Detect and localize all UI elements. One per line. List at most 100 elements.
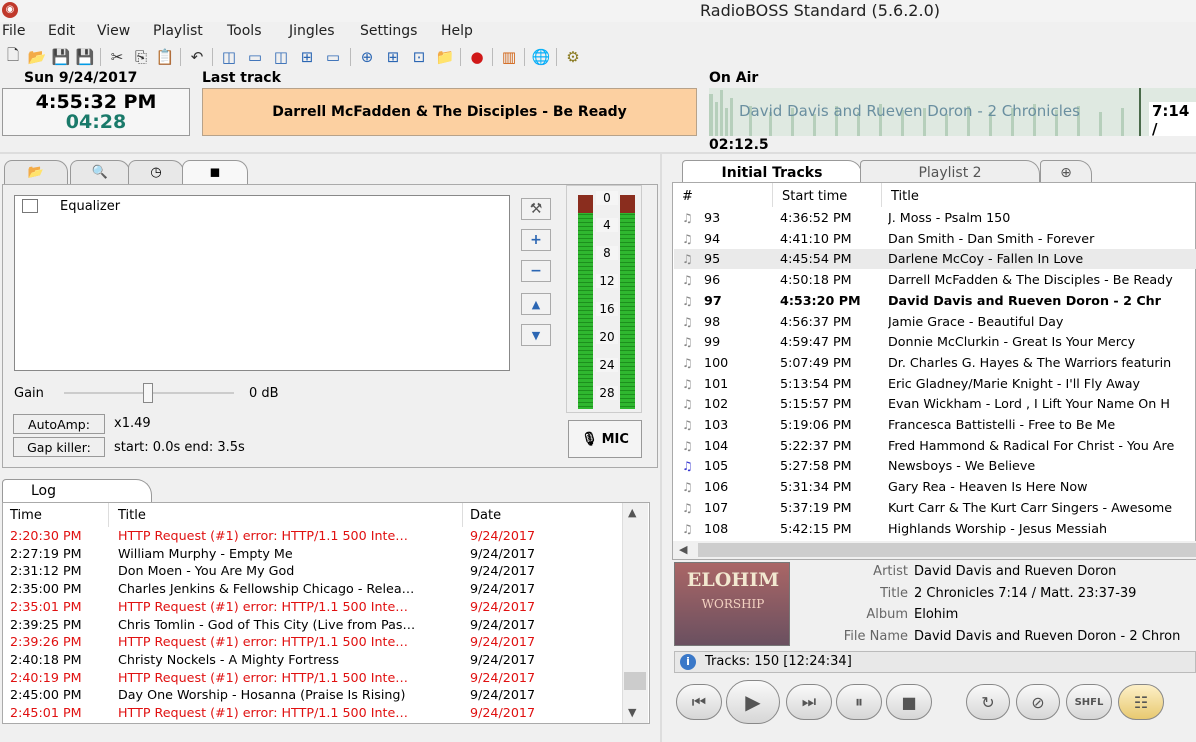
- playlist-cell-start[interactable]: 5:37:19 PM: [780, 500, 880, 515]
- previous-track-icon[interactable]: ⏮: [676, 684, 722, 720]
- layout-4-icon[interactable]: ⊞: [296, 46, 318, 68]
- playlist-cell-start[interactable]: 5:22:37 PM: [780, 438, 880, 453]
- effect-settings-tools-icon[interactable]: ⚒: [521, 198, 551, 220]
- disable-icon[interactable]: ⊘: [1016, 684, 1060, 720]
- playlist-cell-start[interactable]: 4:53:20 PM: [780, 293, 880, 308]
- new-icon[interactable]: 🗋: [2, 46, 24, 68]
- playlist-cell-title[interactable]: Jamie Grace - Beautiful Day: [888, 314, 1196, 329]
- playlist-cell-n[interactable]: 101: [704, 376, 764, 391]
- save-icon[interactable]: 💾: [50, 46, 72, 68]
- playlist-cell-n[interactable]: 107: [704, 500, 764, 515]
- playlist-cell-n[interactable]: 105: [704, 458, 764, 473]
- playlist-cell-n[interactable]: 97: [704, 293, 764, 308]
- tab-search-icon[interactable]: 🔍: [70, 160, 130, 184]
- playlist-cell-n[interactable]: 104: [704, 438, 764, 453]
- playlist-cell-start[interactable]: 4:36:52 PM: [780, 210, 880, 225]
- playlist-cell-title[interactable]: Evan Wickham - Lord , I Lift Your Name O…: [888, 396, 1196, 411]
- playlist-cell-n[interactable]: 93: [704, 210, 764, 225]
- menu-settings[interactable]: Settings: [360, 23, 417, 39]
- playlist-cell-title[interactable]: Donnie McClurkin - Great Is Your Mercy: [888, 334, 1196, 349]
- scroll-up-icon[interactable]: ▲: [628, 506, 636, 519]
- playlist-cell-start[interactable]: 4:56:37 PM: [780, 314, 880, 329]
- playlist-cell-start[interactable]: 5:31:34 PM: [780, 479, 880, 494]
- playlist-cell-title[interactable]: Highlands Worship - Jesus Messiah: [888, 521, 1196, 536]
- playlist-cell-title[interactable]: Gary Rea - Heaven Is Here Now: [888, 479, 1196, 494]
- playlist-cell-title[interactable]: Dan Smith - Dan Smith - Forever: [888, 231, 1196, 246]
- playlist-cell-n[interactable]: 98: [704, 314, 764, 329]
- save-as-icon[interactable]: 💾: [74, 46, 96, 68]
- playlist-cell-start[interactable]: 5:19:06 PM: [780, 417, 880, 432]
- next-track-icon[interactable]: ⏭: [786, 684, 832, 720]
- repeat-icon[interactable]: ↻: [966, 684, 1010, 720]
- autoamp-button[interactable]: AutoAmp:: [13, 414, 105, 434]
- playlist-h-scroll-thumb[interactable]: [698, 543, 1196, 557]
- pl-col-number[interactable]: #: [682, 189, 693, 204]
- tab-initial-tracks[interactable]: Initial Tracks: [682, 160, 862, 184]
- copy-icon[interactable]: ⎘: [130, 46, 152, 68]
- tab-files-folder-icon[interactable]: 📂: [4, 160, 68, 184]
- menu-tools[interactable]: Tools: [227, 23, 262, 39]
- pl-col-title[interactable]: Title: [891, 189, 919, 204]
- playlist-cell-n[interactable]: 103: [704, 417, 764, 432]
- open-folder-icon[interactable]: 📂: [26, 46, 48, 68]
- layout-1-icon[interactable]: ◫: [218, 46, 240, 68]
- playlist-view-icon[interactable]: ☷: [1118, 684, 1164, 720]
- menu-help[interactable]: Help: [441, 23, 473, 39]
- playlist-cell-n[interactable]: 100: [704, 355, 764, 370]
- play-icon[interactable]: ▶: [726, 680, 780, 724]
- globe-icon[interactable]: 🌐: [530, 46, 552, 68]
- menu-view[interactable]: View: [97, 23, 130, 39]
- playlist-cell-n[interactable]: 96: [704, 272, 764, 287]
- tab-schedule-clock-icon[interactable]: ◷: [128, 160, 184, 184]
- log-col-date[interactable]: Date: [470, 508, 501, 523]
- playlist-cell-title[interactable]: Darrell McFadden & The Disciples - Be Re…: [888, 272, 1196, 287]
- statistics-icon[interactable]: ▥: [498, 46, 520, 68]
- settings-gear-icon[interactable]: ⚙: [562, 46, 584, 68]
- playlist-cell-n[interactable]: 99: [704, 334, 764, 349]
- playlist-cell-start[interactable]: 5:13:54 PM: [780, 376, 880, 391]
- effects-list[interactable]: [14, 195, 510, 371]
- log-col-title[interactable]: Title: [118, 508, 146, 523]
- playlist-cell-title[interactable]: Kurt Carr & The Kurt Carr Singers - Awes…: [888, 500, 1196, 515]
- move-down-arrow-icon[interactable]: ▼: [521, 324, 551, 346]
- insert-track-icon[interactable]: ⊞: [382, 46, 404, 68]
- tab-effects-mixer-icon[interactable]: ◼: [182, 160, 248, 184]
- playlist-cell-start[interactable]: 4:41:10 PM: [780, 231, 880, 246]
- playlist-cell-title[interactable]: Francesca Battistelli - Free to Be Me: [888, 417, 1196, 432]
- undo-icon[interactable]: ↶: [186, 46, 208, 68]
- playlist-cell-start[interactable]: 4:59:47 PM: [780, 334, 880, 349]
- mic-button[interactable]: 🎙 MIC: [568, 420, 642, 458]
- pl-col-start[interactable]: Start time: [782, 189, 847, 204]
- stop-icon[interactable]: ■: [886, 684, 932, 720]
- menu-playlist[interactable]: Playlist: [153, 23, 203, 39]
- playlist-cell-start[interactable]: 4:50:18 PM: [780, 272, 880, 287]
- equalizer-checkbox[interactable]: [22, 199, 38, 213]
- playlist-cell-n[interactable]: 102: [704, 396, 764, 411]
- panel-splitter[interactable]: [660, 154, 662, 742]
- layout-2-icon[interactable]: ▭: [244, 46, 266, 68]
- playlist-cell-start[interactable]: 5:07:49 PM: [780, 355, 880, 370]
- remove-effect-minus-icon[interactable]: −: [521, 260, 551, 282]
- playlist-cell-title[interactable]: Newsboys - We Believe: [888, 458, 1196, 473]
- menu-edit[interactable]: Edit: [48, 23, 75, 39]
- shuffle-button[interactable]: SHFL: [1066, 684, 1112, 720]
- paste-icon[interactable]: 📋: [154, 46, 176, 68]
- playlist-cell-n[interactable]: 106: [704, 479, 764, 494]
- playlist-cell-n[interactable]: 108: [704, 521, 764, 536]
- playlist-cell-start[interactable]: 5:27:58 PM: [780, 458, 880, 473]
- playlist-cell-start[interactable]: 5:15:57 PM: [780, 396, 880, 411]
- tab-log[interactable]: Log: [2, 479, 152, 503]
- app-icon[interactable]: ◉: [2, 2, 18, 18]
- scroll-left-icon[interactable]: ◀: [679, 543, 687, 556]
- tab-playlist-2[interactable]: Playlist 2: [860, 160, 1040, 184]
- add-folder-icon[interactable]: 📁: [434, 46, 456, 68]
- layout-5-icon[interactable]: ▭: [322, 46, 344, 68]
- record-icon[interactable]: ●: [466, 46, 488, 68]
- playlist-cell-title[interactable]: Dr. Charles G. Hayes & The Warriors feat…: [888, 355, 1196, 370]
- playlist-cell-title[interactable]: Darlene McCoy - Fallen In Love: [888, 251, 1196, 266]
- add-playlist-tab-icon[interactable]: ⊕: [1040, 160, 1092, 184]
- on-air-waveform[interactable]: David Davis and Rueven Doron - 2 Chronic…: [709, 88, 1196, 136]
- gap-killer-button[interactable]: Gap killer:: [13, 437, 105, 457]
- layout-3-icon[interactable]: ◫: [270, 46, 292, 68]
- menu-file[interactable]: File: [2, 23, 25, 39]
